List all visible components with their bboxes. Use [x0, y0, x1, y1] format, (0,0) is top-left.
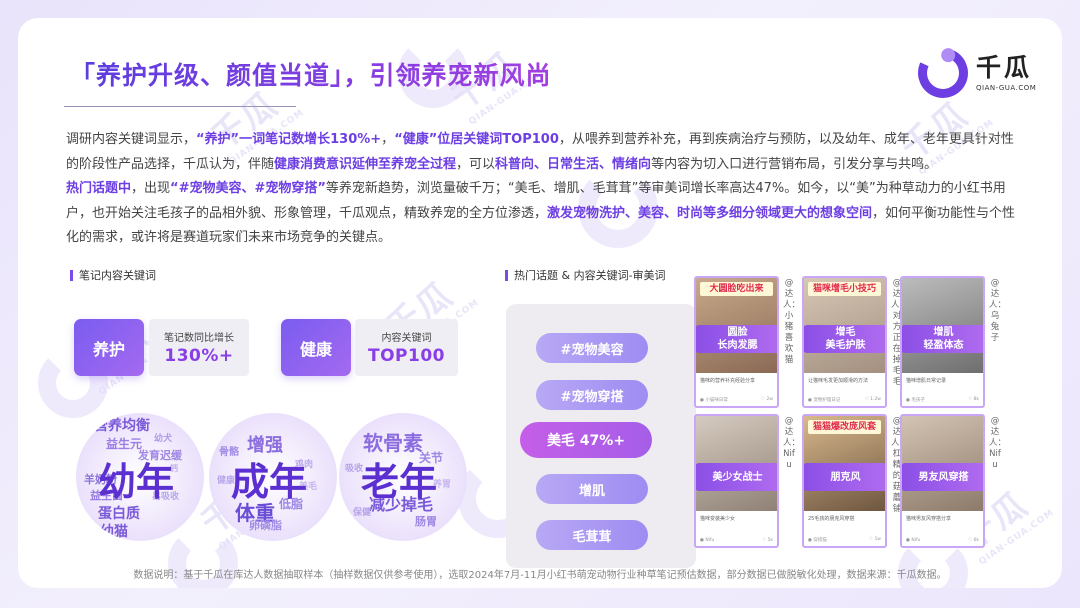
stat-label: 笔记数同比增长 — [164, 333, 234, 344]
body-text: 等内容为切入口进行营销布局，引发分享与共鸣。 — [651, 156, 938, 172]
post-meta: ● Nifu ♡ 6k — [906, 538, 979, 543]
body-text: ，出现 — [131, 181, 171, 196]
post-likes: ♡ 1w — [868, 537, 881, 542]
post-likes: ♡ 1.2w — [864, 397, 881, 402]
cloud-word: 肠胃 — [415, 515, 437, 528]
keyword-card: 健康 — [281, 319, 351, 376]
cloud-word: 益生元 — [106, 437, 143, 451]
post-caption: 猫咪的营养补充经验分享 — [700, 378, 756, 384]
post-author-label: @达人：Nifu — [989, 416, 1007, 470]
post-likes: ♡ 5k — [762, 538, 773, 543]
word-cloud-senior: 软骨素 关节 减少掉毛 肠胃 吸收 保健 养胃 老年 — [339, 413, 467, 541]
stat-card: 笔记数同比增长 130%+ — [149, 319, 249, 376]
post-likes: ♡ 2w — [760, 397, 773, 402]
post-card[interactable]: 增肌 轻盈体态猫咪增肌日常记录 ● 毛孩子 ♡ 8k — [900, 276, 985, 408]
cloud-main-word: 成年 — [231, 460, 308, 504]
word-cloud-young: 营养均衡 益生元 幼犬 发育迟缓 羊奶粉 蛋白质 益生菌 易吸收钙幼猫 幼年 — [76, 413, 204, 541]
post-author-label: @达人：小猪喜欢猫 — [783, 278, 801, 365]
highlight-text: 健康消费意识延伸至养宠全过程 — [274, 156, 457, 172]
post-user: ● 小猫咪日常 — [700, 398, 728, 403]
stat-value: 130%+ — [164, 346, 234, 366]
page-title: 「养护升级、颜值当道」，引领养宠新风尚 — [70, 56, 552, 92]
highlight-text: “#宠物美容、#宠物穿搭” — [170, 181, 326, 196]
post-badge: 朋克风 — [804, 463, 885, 491]
topic-pill[interactable]: 毛茸茸 — [536, 520, 648, 550]
highlight-text: “养护”一词笔记数增长130%+ — [196, 132, 382, 147]
keyword-card: 养护 — [74, 319, 144, 376]
post-banner: 猫猫爆改庞风套 — [808, 420, 881, 434]
post-badge: 美少女战士 — [696, 463, 777, 491]
topic-pill-highlight[interactable]: 美毛 47%+ — [520, 422, 652, 458]
post-author-label: @达人：乌兔子 — [989, 278, 1007, 343]
post-card[interactable]: 大圆脸吃出来圆脸 长肉发腮猫咪的营养补充经验分享 ● 小猫咪日常 ♡ 2w — [694, 276, 779, 408]
section-label-keywords: 笔记内容关键词 — [70, 267, 156, 283]
post-caption: 猫咪男友风穿搭分享 — [906, 516, 952, 522]
post-user: ● 穿搭猫 — [808, 538, 827, 543]
cloud-word: 保健 — [353, 508, 372, 518]
post-banner: 大圆脸吃出来 — [700, 282, 773, 296]
highlight-text: “健康”位居关键词TOP100 — [394, 132, 559, 147]
stat-value: TOP100 — [368, 346, 445, 366]
post-meta: ● 小猫咪日常 ♡ 2w — [700, 397, 773, 403]
post-banner: 猫咪增毛小技巧 — [808, 282, 881, 296]
topic-pill[interactable]: 增肌 — [536, 474, 648, 504]
highlight-text: 热门话题中 — [66, 181, 132, 196]
word-cloud-adult: 增强 骨骼 体重 低脂 卵磷脂 鸡肉 健康 美毛 成年 — [209, 413, 337, 541]
post-meta: ● 毛孩子 ♡ 8k — [906, 397, 979, 403]
title-underline — [64, 106, 296, 107]
logo-text: 千瓜 — [976, 53, 1033, 82]
post-caption: 猫咪增肌日常记录 — [906, 378, 947, 384]
cloud-word: 卵磷脂 — [249, 519, 282, 532]
post-meta: ● 宠物护理日记 ♡ 1.2w — [808, 397, 881, 403]
cloud-word: 幼猫 — [100, 524, 128, 540]
post-user: ● 宠物护理日记 — [808, 398, 841, 403]
post-card[interactable]: 美少女战士猫咪变装美少女 ● Nifu ♡ 5k — [694, 414, 779, 548]
cloud-word: 营养均衡 — [94, 418, 150, 434]
stat-label: 内容关键词 — [381, 333, 432, 344]
highlight-text: 激发宠物洗护、美容、时尚等多细分领域更大的想象空间 — [547, 205, 873, 221]
post-caption: 让猫咪毛发更加顺滑的方法 — [808, 378, 869, 384]
body-text: ， — [381, 132, 395, 147]
brand-logo: 千瓜 QIAN-GUA.COM — [910, 40, 1048, 106]
post-badge: 增肌 轻盈体态 — [902, 325, 983, 353]
post-caption: 25毛孩的朋克风穿搭 — [808, 516, 855, 522]
post-user: ● Nifu — [700, 538, 715, 543]
cloud-word: 幼犬 — [154, 434, 173, 444]
summary-paragraph: 调研内容关键词显示，“养护”一词笔记数增长130%+，“健康”位居关键词TOP1… — [66, 128, 1026, 251]
post-user: ● 毛孩子 — [906, 398, 925, 403]
post-caption: 猫咪变装美少女 — [700, 516, 736, 522]
topics-panel: #宠物美容 #宠物穿搭 美毛 47%+ 增肌 毛茸茸 — [506, 304, 696, 568]
stat-card: 内容关键词 TOP100 — [355, 319, 458, 376]
cloud-word: 蛋白质 — [98, 506, 140, 522]
post-meta: ● 穿搭猫 ♡ 1w — [808, 537, 881, 543]
post-badge: 增毛 美毛护肤 — [804, 325, 885, 353]
logo-subtext: QIAN-GUA.COM — [976, 84, 1037, 92]
topic-pill[interactable]: #宠物穿搭 — [536, 380, 648, 410]
post-badge: 男友风穿搭 — [902, 463, 983, 491]
main-card: 千瓜QIAN-GUA.COM 千瓜QIAN-GUA.COM 千瓜QIAN-GUA… — [18, 18, 1062, 588]
section-label-topics: 热门话题 & 内容关键词-审美词 — [505, 267, 666, 283]
topic-pill[interactable]: #宠物美容 — [536, 333, 648, 363]
post-user: ● Nifu — [906, 538, 921, 543]
footnote: 数据说明：基于千瓜在库达人数据抽取样本（抽样数据仅供参考使用），选取2024年7… — [133, 570, 947, 581]
logo-icon — [910, 40, 976, 106]
post-likes: ♡ 8k — [968, 397, 979, 402]
cloud-main-word: 幼年 — [98, 460, 175, 504]
post-meta: ● Nifu ♡ 5k — [700, 538, 773, 543]
cloud-main-word: 老年 — [361, 460, 438, 504]
post-badge: 圆脸 长肉发腮 — [696, 325, 777, 353]
post-card[interactable]: 猫猫爆改庞风套朋克风 25毛孩的朋克风穿搭 ● 穿搭猫 ♡ 1w — [802, 414, 887, 548]
highlight-text: 科普向、日常生活、情绪向 — [495, 156, 652, 172]
post-card[interactable]: 男友风穿搭猫咪男友风穿搭分享 ● Nifu ♡ 6k — [900, 414, 985, 548]
body-text: 调研内容关键词显示， — [66, 132, 197, 147]
body-text: ，可以 — [456, 156, 496, 172]
post-likes: ♡ 6k — [968, 538, 979, 543]
post-card[interactable]: 猫咪增毛小技巧增毛 美毛护肤让猫咪毛发更加顺滑的方法 ● 宠物护理日记 ♡ 1.2w — [802, 276, 887, 408]
post-author-label: @达人：Nifu — [783, 416, 801, 470]
